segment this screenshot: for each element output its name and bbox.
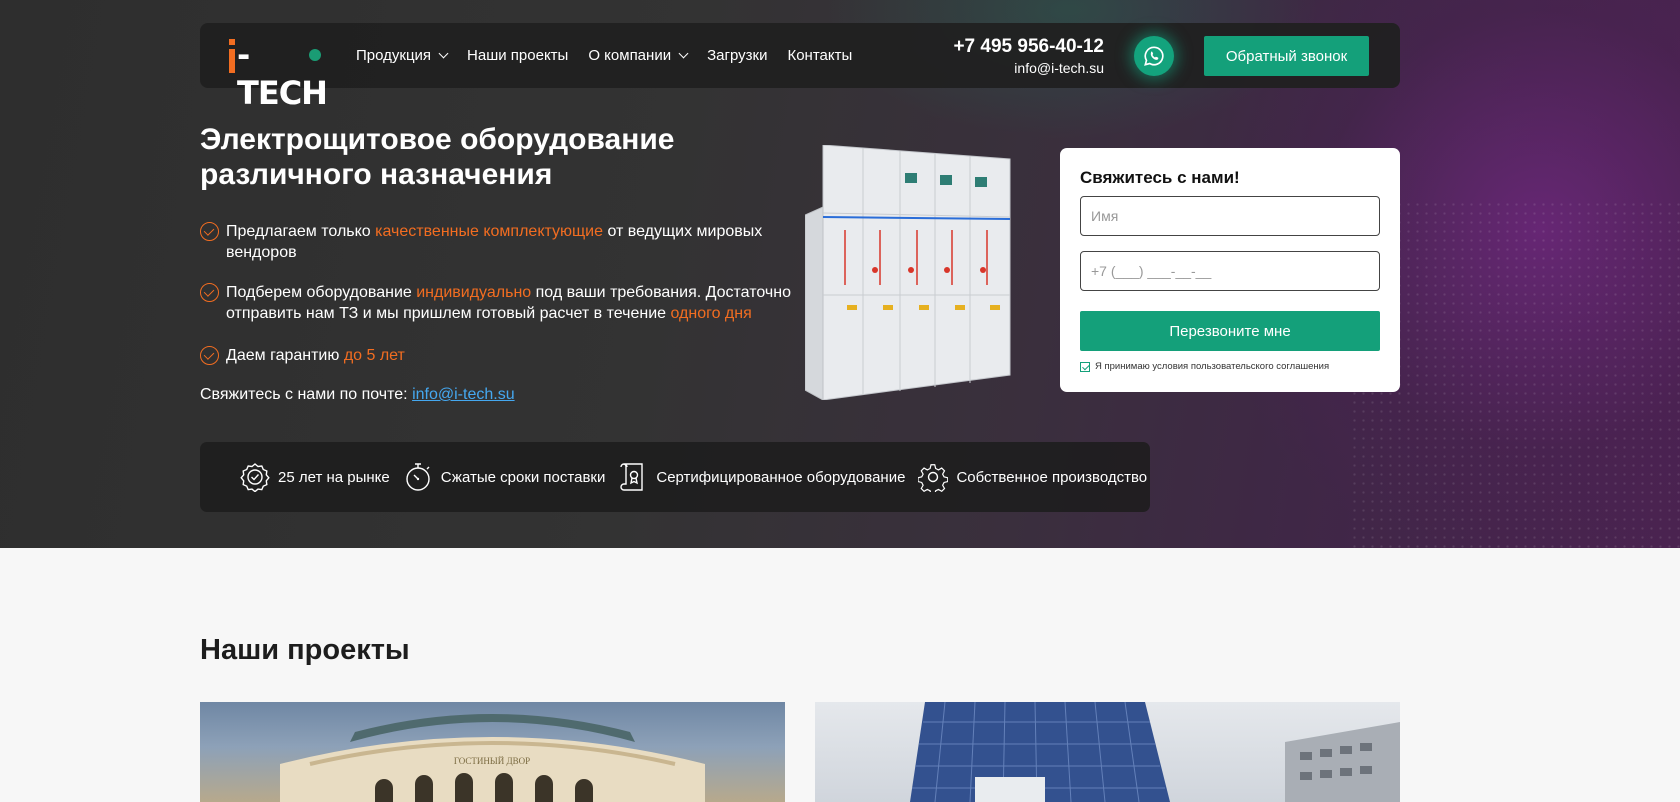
contact-form: Свяжитесь с нами! Имя +7 (___) ___-__-__… xyxy=(1060,148,1400,392)
feature-highlight: одного дня xyxy=(670,305,752,322)
feature-text-part: Подберем оборудование xyxy=(226,284,417,301)
advantage-item: 25 лет на рынке xyxy=(240,462,390,492)
feature-item: Даем гарантию до 5 лет xyxy=(200,345,800,366)
chevron-down-icon xyxy=(678,48,689,59)
gostiny-dvor-photo: ГОСТИНЫЙ ДВОР xyxy=(280,714,705,802)
check-circle-icon xyxy=(200,346,219,365)
logo-green-dot xyxy=(309,49,321,61)
advantage-label: Сертифицированное оборудование xyxy=(656,468,906,486)
feature-highlight: до 5 лет xyxy=(343,347,405,364)
email-prompt: Свяжитесь с нами по почте: xyxy=(200,386,408,403)
header-email[interactable]: info@i-tech.su xyxy=(953,60,1104,76)
nav-item-downloads[interactable]: Загрузки xyxy=(707,47,767,64)
feature-text: Предлагаем только качественные комплекту… xyxy=(226,221,800,263)
submit-button[interactable]: Перезвоните мне xyxy=(1080,311,1380,351)
feature-highlight: качественные комплектующие xyxy=(375,223,603,240)
page-title-line2: различного назначения xyxy=(200,158,553,191)
gostiny-dvor-sign: ГОСТИНЫЙ ДВОР xyxy=(454,756,530,766)
main-nav: Продукция Наши проекты О компании Загруз… xyxy=(356,23,872,88)
page-title-line1: Электрощитовое оборудование xyxy=(200,123,675,156)
logo[interactable]: -TECH xyxy=(228,36,334,112)
agreement-label: Я принимаю условия пользовательского сог… xyxy=(1095,361,1330,372)
nav-item-projects[interactable]: Наши проекты xyxy=(467,47,568,64)
nav-item-contacts[interactable]: Контакты xyxy=(787,47,852,64)
certificate-icon xyxy=(620,463,644,491)
glass-tower-photo xyxy=(910,702,1400,802)
advantage-label: Собственное производство xyxy=(956,468,1148,486)
whatsapp-icon xyxy=(1144,46,1164,66)
nav-item-label: Контакты xyxy=(787,47,853,64)
nav-item-label: Наши проекты xyxy=(467,47,569,64)
nav-item-label: О компании xyxy=(588,47,672,64)
switchgear-cabinet-image xyxy=(805,145,1011,400)
agreement-checkbox[interactable] xyxy=(1080,361,1090,372)
form-title: Свяжитесь с нами! xyxy=(1080,168,1240,187)
gear-icon xyxy=(918,464,949,492)
check-circle-icon xyxy=(200,283,219,302)
feature-item: Подберем оборудование индивидуально под … xyxy=(200,282,800,324)
header-contacts: +7 495 956-40-12 info@i-tech.su xyxy=(953,36,1104,76)
advantage-item: Сжатые сроки поставки xyxy=(403,461,606,493)
advantage-label: Сжатые сроки поставки xyxy=(440,468,606,486)
email-link[interactable]: info@i-tech.su xyxy=(412,386,515,403)
medal-icon xyxy=(240,463,270,492)
advantages-bar: 25 лет на рынке Сжатые сроки поставки Се… xyxy=(200,442,1150,512)
page-title: Электрощитовое оборудование различного н… xyxy=(200,122,760,192)
logo-text: -TECH xyxy=(237,36,328,112)
feature-text-part: Даем гарантию xyxy=(226,347,344,364)
advantage-label: 25 лет на рынке xyxy=(278,468,390,486)
agreement-row: Я принимаю условия пользовательского сог… xyxy=(1080,361,1329,372)
projects-title: Наши проекты xyxy=(200,634,410,666)
project-card[interactable]: ГОСТИНЫЙ ДВОР xyxy=(200,702,785,802)
nav-item-products[interactable]: Продукция xyxy=(356,47,449,64)
hero-section: -TECH Продукция Наши проекты О компании … xyxy=(0,0,1680,548)
advantage-item: Собственное производство xyxy=(918,462,1147,492)
logo-stem xyxy=(229,49,235,73)
phone-number[interactable]: +7 495 956-40-12 xyxy=(953,36,1104,58)
whatsapp-button[interactable] xyxy=(1134,36,1174,76)
email-contact-row: Свяжитесь с нами по почте: info@i-tech.s… xyxy=(200,386,515,404)
callback-button[interactable]: Обратный звонок xyxy=(1204,36,1369,76)
nav-item-label: Загрузки xyxy=(707,47,768,64)
feature-text: Подберем оборудование индивидуально под … xyxy=(226,282,800,324)
stopwatch-icon xyxy=(406,463,430,491)
feature-highlight: индивидуально xyxy=(416,284,532,301)
project-card[interactable] xyxy=(815,702,1400,802)
phone-field[interactable]: +7 (___) ___-__-__ xyxy=(1080,251,1380,291)
check-circle-icon xyxy=(200,222,219,241)
name-field-placeholder: Имя xyxy=(1091,208,1119,224)
chevron-down-icon xyxy=(438,48,449,59)
phone-field-placeholder: +7 (___) ___-__-__ xyxy=(1091,263,1212,279)
site-header: -TECH Продукция Наши проекты О компании … xyxy=(200,23,1400,112)
logo-dot xyxy=(229,39,235,45)
feature-text-part: Предлагаем только xyxy=(226,223,376,240)
advantage-item: Сертифицированное оборудование xyxy=(618,461,905,493)
feature-item: Предлагаем только качественные комплекту… xyxy=(200,221,800,263)
nav-item-label: Продукция xyxy=(356,47,432,64)
feature-text: Даем гарантию до 5 лет xyxy=(226,345,800,366)
name-field[interactable]: Имя xyxy=(1080,196,1380,236)
nav-item-about[interactable]: О компании xyxy=(588,47,689,64)
